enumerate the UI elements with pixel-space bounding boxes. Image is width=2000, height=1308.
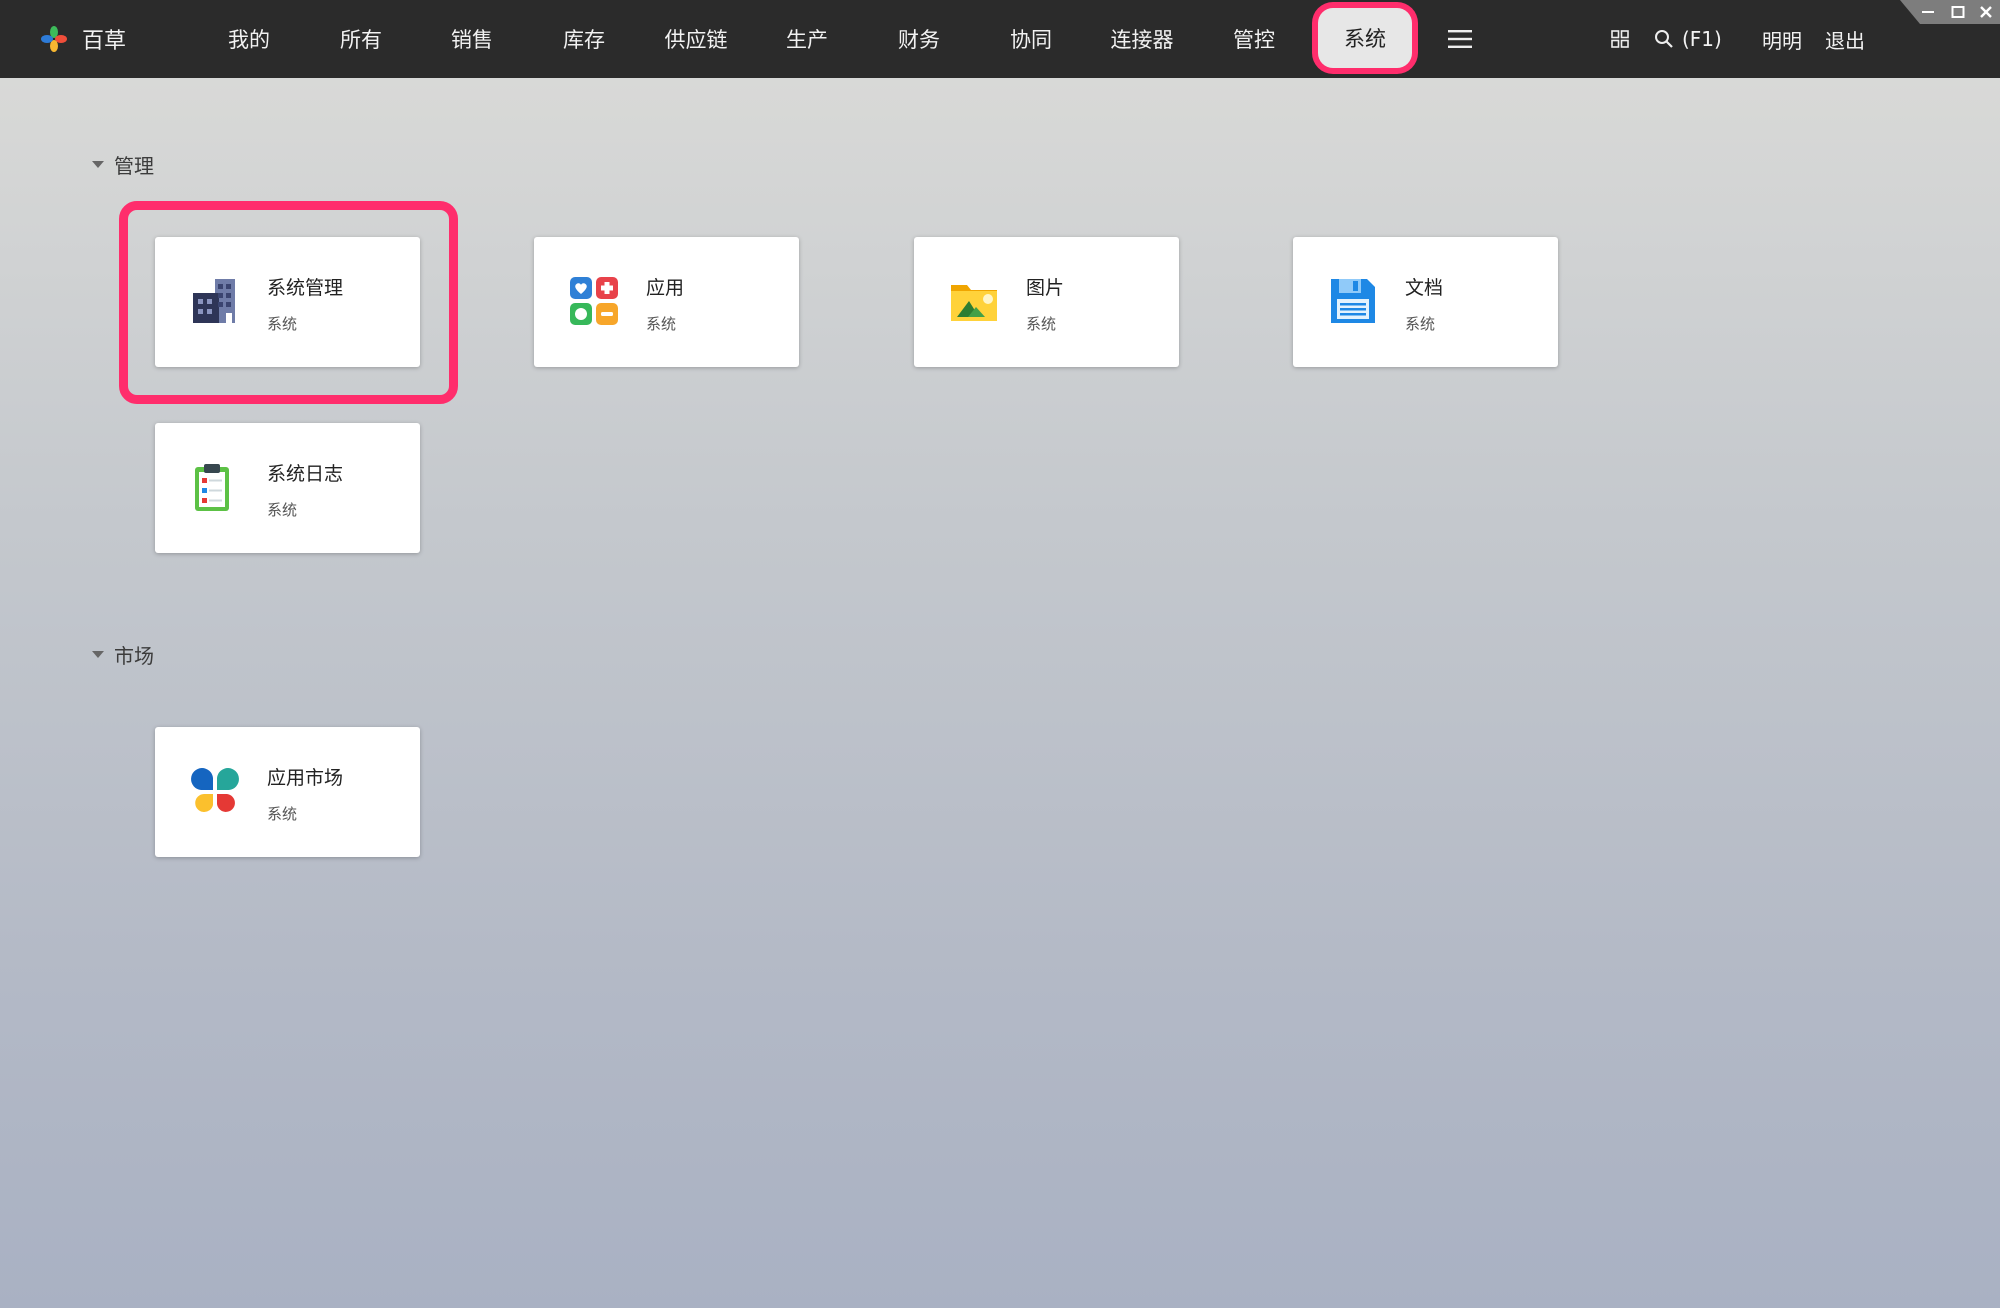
app-card-system-management[interactable]: 系统管理 系统 bbox=[155, 237, 420, 367]
grid-icon bbox=[1611, 30, 1629, 48]
card-title: 系统管理 bbox=[267, 277, 344, 299]
card-title: 文档 bbox=[1405, 277, 1444, 299]
image-folder-icon bbox=[951, 285, 997, 321]
app-card-documents[interactable]: 文档 系统 bbox=[1293, 237, 1558, 367]
top-bar: 百草 我的 所有 销售 库存 供应链 生产 财务 协同 连接器 管控 系统 (F… bbox=[0, 0, 2000, 78]
minimize-icon bbox=[1922, 11, 1934, 13]
maximize-icon bbox=[1951, 6, 1965, 18]
apps-icon bbox=[570, 277, 618, 325]
nav-item-inventory[interactable]: 库存 bbox=[563, 0, 605, 78]
nav-item-all[interactable]: 所有 bbox=[340, 0, 382, 78]
close-icon bbox=[1980, 6, 1992, 18]
section-title: 市场 bbox=[114, 644, 154, 668]
nav-item-control[interactable]: 管控 bbox=[1233, 0, 1275, 78]
nav-item-supply-chain[interactable]: 供应链 bbox=[665, 0, 728, 78]
card-subtitle: 系统 bbox=[267, 501, 298, 519]
nav-item-production[interactable]: 生产 bbox=[786, 0, 828, 78]
card-subtitle: 系统 bbox=[267, 805, 298, 823]
app-card-system-log[interactable]: 系统日志 系统 bbox=[155, 423, 420, 553]
brand-name: 百草 bbox=[82, 29, 127, 54]
hamburger-icon bbox=[1448, 30, 1472, 48]
nav-item-sales[interactable]: 销售 bbox=[451, 0, 493, 78]
menu-button[interactable] bbox=[1446, 0, 1474, 78]
logout-button[interactable]: 退出 bbox=[1825, 0, 1865, 78]
petals-icon bbox=[191, 768, 239, 812]
app-card-app-market[interactable]: 应用市场 系统 bbox=[155, 727, 420, 857]
minimize-button[interactable] bbox=[1918, 2, 1938, 22]
card-subtitle: 系统 bbox=[267, 315, 298, 333]
brand[interactable]: 百草 bbox=[40, 0, 126, 78]
floppy-document-icon bbox=[1331, 279, 1375, 323]
building-icon bbox=[193, 279, 235, 323]
search-icon bbox=[1655, 30, 1673, 48]
window-controls bbox=[1900, 0, 2000, 24]
search-button[interactable]: (F1) bbox=[1654, 0, 1722, 78]
clipboard-icon bbox=[195, 464, 229, 511]
caret-down-icon bbox=[92, 651, 104, 658]
maximize-button[interactable] bbox=[1948, 2, 1968, 22]
section-header-market[interactable]: 市场 bbox=[92, 640, 154, 669]
app-card-apps[interactable]: 应用 系统 bbox=[534, 237, 799, 367]
card-subtitle: 系统 bbox=[646, 315, 677, 333]
card-title: 应用 bbox=[646, 277, 685, 299]
card-subtitle: 系统 bbox=[1026, 315, 1057, 333]
section-header-management[interactable]: 管理 bbox=[92, 150, 154, 179]
grid-button[interactable] bbox=[1609, 0, 1631, 78]
nav-item-collaboration[interactable]: 协同 bbox=[1010, 0, 1052, 78]
nav-item-system[interactable]: 系统 bbox=[1318, 8, 1412, 68]
caret-down-icon bbox=[92, 161, 104, 168]
close-button[interactable] bbox=[1976, 2, 1996, 22]
nav-item-mine[interactable]: 我的 bbox=[228, 0, 270, 78]
card-subtitle: 系统 bbox=[1405, 315, 1436, 333]
user-name[interactable]: 明明 bbox=[1762, 0, 1802, 78]
nav-item-finance[interactable]: 财务 bbox=[898, 0, 940, 78]
card-title: 应用市场 bbox=[267, 767, 344, 789]
logo-icon bbox=[41, 26, 67, 52]
card-title: 系统日志 bbox=[267, 463, 344, 485]
search-shortcut: (F1) bbox=[1682, 27, 1722, 51]
section-title: 管理 bbox=[114, 154, 154, 178]
card-title: 图片 bbox=[1026, 277, 1065, 299]
app-card-images[interactable]: 图片 系统 bbox=[914, 237, 1179, 367]
nav-item-connector[interactable]: 连接器 bbox=[1111, 0, 1174, 78]
